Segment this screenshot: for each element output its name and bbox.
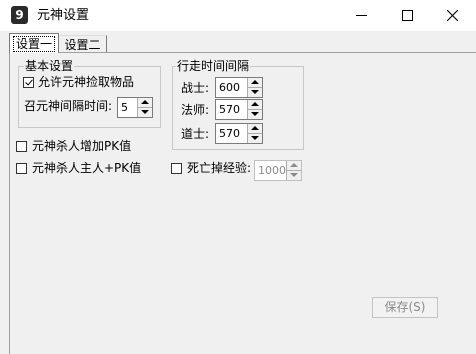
warrior-interval-value: 600	[219, 81, 240, 94]
close-icon	[447, 10, 458, 21]
kill-pk-label: 元神杀人增加PK值	[32, 139, 132, 153]
app-icon: 9	[11, 6, 28, 24]
warrior-spin-buttons	[247, 78, 262, 97]
spin-up-button[interactable]	[287, 161, 301, 171]
kill-pk-checkbox[interactable]	[16, 141, 27, 152]
spin-down-button[interactable]	[138, 108, 152, 117]
spin-up-button[interactable]	[138, 98, 152, 108]
window-title: 元神设置	[37, 8, 90, 23]
taoist-interval-label: 道士:	[181, 127, 210, 141]
allow-pickup-checkbox[interactable]	[23, 77, 34, 88]
mage-spin-buttons	[247, 100, 262, 119]
spin-up-button[interactable]	[248, 124, 262, 134]
spin-down-button[interactable]	[248, 88, 262, 97]
spin-down-button[interactable]	[287, 171, 301, 180]
close-button[interactable]	[430, 0, 476, 31]
spin-down-button[interactable]	[248, 110, 262, 119]
death-exp-label: 死亡掉经验:	[187, 161, 252, 175]
kill-master-pk-checkbox[interactable]	[16, 163, 27, 174]
kill-master-pk-label: 元神杀人主人+PK值	[32, 161, 142, 175]
taoist-spin-buttons	[247, 124, 262, 143]
maximize-icon	[402, 10, 413, 21]
spin-up-button[interactable]	[248, 78, 262, 88]
minimize-icon	[356, 15, 367, 16]
mage-interval-label: 法师:	[181, 103, 210, 117]
spin-down-button[interactable]	[248, 134, 262, 143]
death-exp-spin-buttons	[286, 161, 301, 180]
warrior-interval-label: 战士:	[181, 81, 210, 95]
warrior-interval-spinner[interactable]: 600	[215, 77, 263, 98]
tab-settings-2-label: 设置二	[64, 38, 101, 52]
death-exp-checkbox[interactable]	[171, 163, 182, 174]
allow-pickup-label: 允许元神捡取物品	[38, 75, 135, 89]
spin-up-button[interactable]	[248, 100, 262, 110]
taoist-interval-value: 570	[219, 127, 240, 140]
walk-interval-title: 行走时间间隔	[176, 59, 251, 73]
minimize-button[interactable]	[338, 0, 384, 31]
mage-interval-spinner[interactable]: 570	[215, 99, 263, 120]
summon-interval-label: 召元神间隔时间:	[24, 99, 113, 113]
tab-settings-1[interactable]: 设置一	[9, 33, 59, 53]
summon-interval-spinner[interactable]: 5	[117, 97, 153, 118]
summon-interval-spin-buttons	[137, 98, 152, 117]
death-exp-spinner[interactable]: 10000	[254, 160, 302, 181]
save-button[interactable]: 保存(S)	[372, 297, 438, 318]
tab-settings-1-label: 设置一	[12, 36, 55, 52]
basic-settings-title: 基本设置	[24, 59, 75, 73]
taoist-interval-spinner[interactable]: 570	[215, 123, 263, 144]
mage-interval-value: 570	[219, 103, 240, 116]
summon-interval-value: 5	[121, 101, 128, 114]
title-bar: 9 元神设置	[0, 0, 476, 31]
maximize-button[interactable]	[384, 0, 430, 31]
app-icon-glyph: 9	[15, 8, 24, 22]
